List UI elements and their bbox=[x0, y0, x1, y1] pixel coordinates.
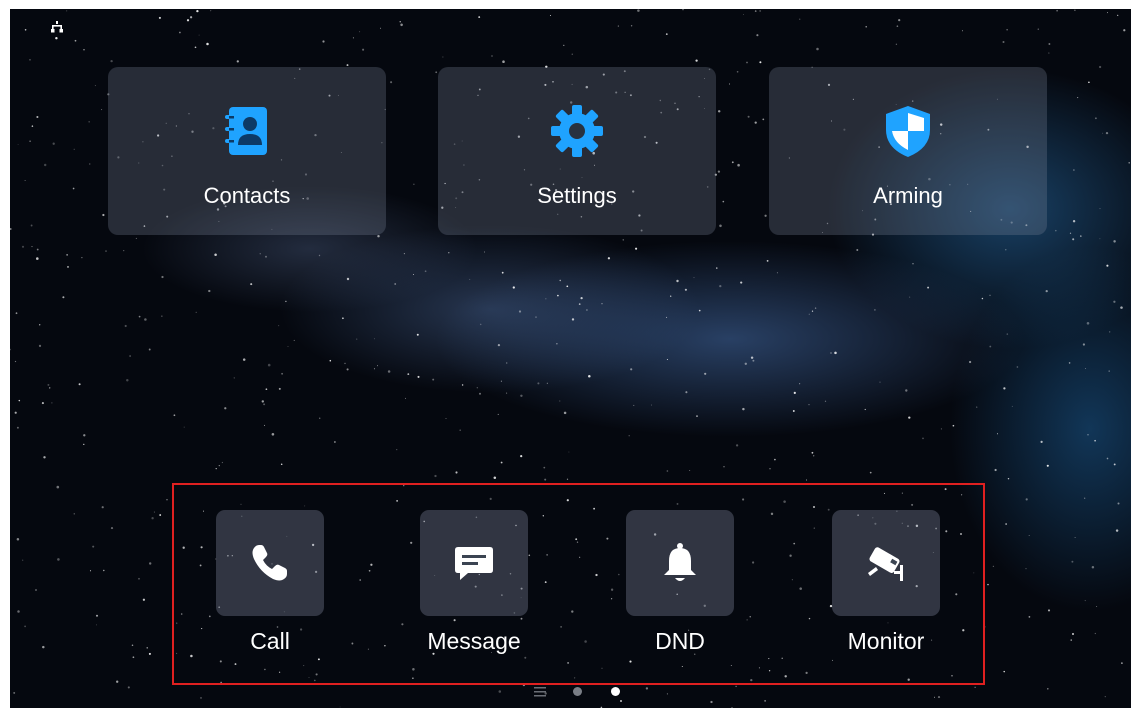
message-icon bbox=[455, 547, 493, 580]
contacts-icon bbox=[225, 107, 267, 155]
settings-tile[interactable]: Settings bbox=[438, 67, 716, 235]
arming-tile[interactable]: Arming bbox=[769, 67, 1047, 235]
monitor-label: Monitor bbox=[847, 628, 925, 654]
contacts-tile[interactable]: Contacts bbox=[108, 67, 386, 235]
settings-label: Settings bbox=[537, 183, 617, 208]
page-dot-1[interactable] bbox=[573, 687, 582, 696]
arming-label: Arming bbox=[873, 183, 943, 208]
camera-icon bbox=[868, 547, 903, 581]
page-indicator bbox=[530, 684, 640, 700]
call-button[interactable]: Call bbox=[200, 510, 340, 670]
dnd-label: DND bbox=[655, 628, 705, 654]
monitor-button-background[interactable] bbox=[832, 510, 940, 616]
network-icon bbox=[51, 21, 63, 33]
call-label: Call bbox=[250, 628, 290, 654]
message-button-background[interactable] bbox=[420, 510, 528, 616]
shield-icon bbox=[886, 106, 930, 157]
bell-icon bbox=[664, 543, 696, 581]
call-button-background[interactable] bbox=[216, 510, 324, 616]
contacts-label: Contacts bbox=[203, 183, 291, 208]
monitor-button[interactable]: Monitor bbox=[816, 510, 956, 670]
message-label: Message bbox=[427, 628, 521, 654]
home-screen: Contacts Settings Arming Call Message DN… bbox=[10, 9, 1131, 708]
dnd-button-background[interactable] bbox=[626, 510, 734, 616]
message-button[interactable]: Message bbox=[404, 510, 544, 670]
gear-icon bbox=[551, 105, 603, 157]
phone-icon bbox=[252, 545, 287, 581]
dnd-button[interactable]: DND bbox=[610, 510, 750, 670]
list-icon[interactable] bbox=[534, 687, 546, 697]
page-dot-2[interactable] bbox=[611, 687, 620, 696]
